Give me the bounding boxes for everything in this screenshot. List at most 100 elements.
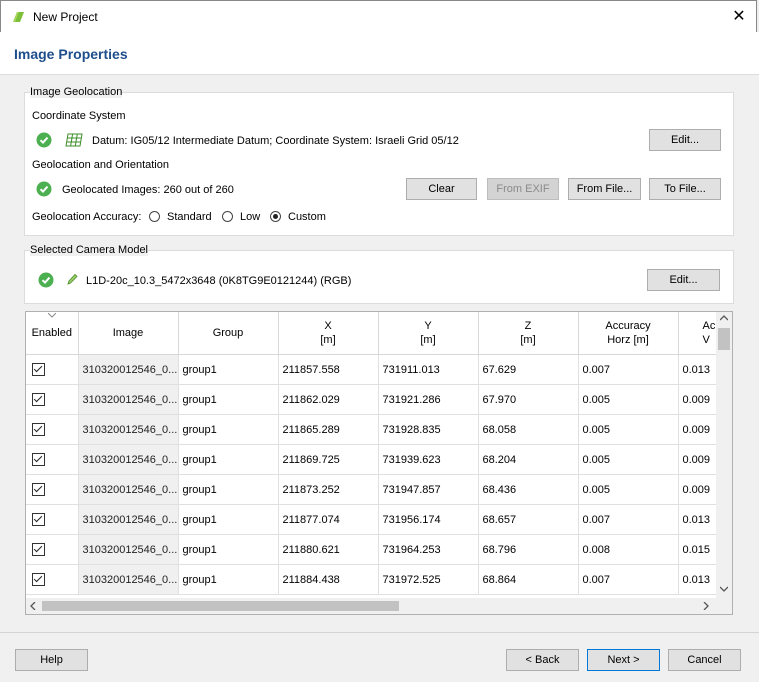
x-cell[interactable]: 211865.289 bbox=[278, 414, 379, 445]
from-exif-button[interactable]: From EXIF bbox=[487, 178, 559, 200]
col-accuracy-vert-header[interactable]: Ac V bbox=[678, 312, 719, 355]
y-cell[interactable]: 731939.623 bbox=[378, 444, 479, 475]
next-button[interactable]: Next > bbox=[587, 649, 660, 671]
col-x-header[interactable]: X [m] bbox=[278, 312, 379, 355]
enabled-cell[interactable] bbox=[26, 474, 79, 505]
col-z-header[interactable]: Z [m] bbox=[478, 312, 579, 355]
image-cell[interactable]: 310320012546_0... bbox=[78, 414, 179, 445]
enabled-checkbox[interactable] bbox=[32, 453, 45, 466]
accuracy-vert-cell[interactable]: 0.009 bbox=[678, 384, 719, 415]
table-row[interactable]: 310320012546_0... group1 211865.289 731928.… bbox=[26, 414, 719, 445]
close-icon[interactable]: ✕ bbox=[732, 8, 745, 25]
clear-button[interactable]: Clear bbox=[406, 178, 477, 200]
table-row[interactable]: 310320012546_0... group1 211857.558 731911.… bbox=[26, 354, 719, 385]
accuracy-horz-cell[interactable]: 0.005 bbox=[578, 474, 679, 505]
group-cell[interactable]: group1 bbox=[178, 534, 279, 565]
col-group-header[interactable]: Group bbox=[178, 312, 279, 355]
col-accuracy-horz-header[interactable]: Accuracy Horz [m] bbox=[578, 312, 679, 355]
cancel-button[interactable]: Cancel bbox=[668, 649, 741, 671]
z-cell[interactable]: 68.657 bbox=[478, 504, 579, 535]
accuracy-horz-cell[interactable]: 0.005 bbox=[578, 414, 679, 445]
accuracy-low-radio[interactable] bbox=[222, 211, 233, 222]
enabled-checkbox[interactable] bbox=[32, 423, 45, 436]
accuracy-vert-cell[interactable]: 0.013 bbox=[678, 354, 719, 385]
image-cell[interactable]: 310320012546_0... bbox=[78, 444, 179, 475]
accuracy-horz-cell[interactable]: 0.005 bbox=[578, 444, 679, 475]
group-cell[interactable]: group1 bbox=[178, 504, 279, 535]
accuracy-custom-radio[interactable] bbox=[270, 211, 281, 222]
enabled-checkbox[interactable] bbox=[32, 393, 45, 406]
group-cell[interactable]: group1 bbox=[178, 414, 279, 445]
z-cell[interactable]: 68.796 bbox=[478, 534, 579, 565]
y-cell[interactable]: 731972.525 bbox=[378, 564, 479, 595]
accuracy-low-label[interactable]: Low bbox=[240, 211, 260, 223]
y-cell[interactable]: 731928.835 bbox=[378, 414, 479, 445]
y-cell[interactable]: 731964.253 bbox=[378, 534, 479, 565]
accuracy-vert-cell[interactable]: 0.009 bbox=[678, 474, 719, 505]
close-button[interactable]: ✕ bbox=[728, 6, 750, 28]
accuracy-vert-cell[interactable]: 0.013 bbox=[678, 564, 719, 595]
accuracy-vert-cell[interactable]: 0.015 bbox=[678, 534, 719, 565]
y-cell[interactable]: 731956.174 bbox=[378, 504, 479, 535]
accuracy-vert-cell[interactable]: 0.009 bbox=[678, 444, 719, 475]
z-cell[interactable]: 68.058 bbox=[478, 414, 579, 445]
y-cell[interactable]: 731921.286 bbox=[378, 384, 479, 415]
table-row[interactable]: 310320012546_0... group1 211877.074 731956.… bbox=[26, 504, 719, 535]
enabled-cell[interactable] bbox=[26, 504, 79, 535]
accuracy-horz-cell[interactable]: 0.005 bbox=[578, 384, 679, 415]
vertical-scrollbar[interactable] bbox=[716, 312, 732, 598]
from-file-button[interactable]: From File... bbox=[568, 178, 641, 200]
scroll-right-icon[interactable] bbox=[703, 602, 709, 610]
z-cell[interactable]: 68.864 bbox=[478, 564, 579, 595]
x-cell[interactable]: 211862.029 bbox=[278, 384, 379, 415]
x-cell[interactable]: 211877.074 bbox=[278, 504, 379, 535]
accuracy-custom-label[interactable]: Custom bbox=[288, 211, 326, 223]
y-cell[interactable]: 731947.857 bbox=[378, 474, 479, 505]
image-cell[interactable]: 310320012546_0... bbox=[78, 354, 179, 385]
z-cell[interactable]: 67.970 bbox=[478, 384, 579, 415]
col-enabled-header[interactable]: Enabled bbox=[26, 312, 79, 355]
table-row[interactable]: 310320012546_0... group1 211862.029 731921.… bbox=[26, 384, 719, 415]
horizontal-scroll-thumb[interactable] bbox=[42, 601, 399, 611]
image-cell[interactable]: 310320012546_0... bbox=[78, 474, 179, 505]
accuracy-vert-cell[interactable]: 0.013 bbox=[678, 504, 719, 535]
x-cell[interactable]: 211880.621 bbox=[278, 534, 379, 565]
group-cell[interactable]: group1 bbox=[178, 444, 279, 475]
to-file-button[interactable]: To File... bbox=[649, 178, 721, 200]
col-y-header[interactable]: Y [m] bbox=[378, 312, 479, 355]
accuracy-standard-label[interactable]: Standard bbox=[167, 211, 212, 223]
table-row[interactable]: 310320012546_0... group1 211873.252 731947.… bbox=[26, 474, 719, 505]
image-cell[interactable]: 310320012546_0... bbox=[78, 384, 179, 415]
table-row[interactable]: 310320012546_0... group1 211880.621 731964.… bbox=[26, 534, 719, 565]
image-cell[interactable]: 310320012546_0... bbox=[78, 564, 179, 595]
x-cell[interactable]: 211873.252 bbox=[278, 474, 379, 505]
coordinate-edit-button[interactable]: Edit... bbox=[649, 129, 721, 151]
camera-edit-button[interactable]: Edit... bbox=[647, 269, 720, 291]
z-cell[interactable]: 67.629 bbox=[478, 354, 579, 385]
accuracy-horz-cell[interactable]: 0.007 bbox=[578, 504, 679, 535]
x-cell[interactable]: 211869.725 bbox=[278, 444, 379, 475]
y-cell[interactable]: 731911.013 bbox=[378, 354, 479, 385]
accuracy-vert-cell[interactable]: 0.009 bbox=[678, 414, 719, 445]
image-cell[interactable]: 310320012546_0... bbox=[78, 504, 179, 535]
x-cell[interactable]: 211884.438 bbox=[278, 564, 379, 595]
group-cell[interactable]: group1 bbox=[178, 384, 279, 415]
accuracy-standard-radio[interactable] bbox=[149, 211, 160, 222]
enabled-cell[interactable] bbox=[26, 384, 79, 415]
enabled-cell[interactable] bbox=[26, 354, 79, 385]
enabled-cell[interactable] bbox=[26, 564, 79, 595]
enabled-checkbox[interactable] bbox=[32, 363, 45, 376]
z-cell[interactable]: 68.204 bbox=[478, 444, 579, 475]
enabled-checkbox[interactable] bbox=[32, 513, 45, 526]
accuracy-horz-cell[interactable]: 0.007 bbox=[578, 564, 679, 595]
image-cell[interactable]: 310320012546_0... bbox=[78, 534, 179, 565]
enabled-cell[interactable] bbox=[26, 534, 79, 565]
table-row[interactable]: 310320012546_0... group1 211884.438 731972.… bbox=[26, 564, 719, 595]
group-cell[interactable]: group1 bbox=[178, 354, 279, 385]
accuracy-horz-cell[interactable]: 0.007 bbox=[578, 354, 679, 385]
enabled-checkbox[interactable] bbox=[32, 483, 45, 496]
z-cell[interactable]: 68.436 bbox=[478, 474, 579, 505]
group-cell[interactable]: group1 bbox=[178, 474, 279, 505]
back-button[interactable]: < Back bbox=[506, 649, 579, 671]
vertical-scroll-thumb[interactable] bbox=[718, 328, 730, 350]
